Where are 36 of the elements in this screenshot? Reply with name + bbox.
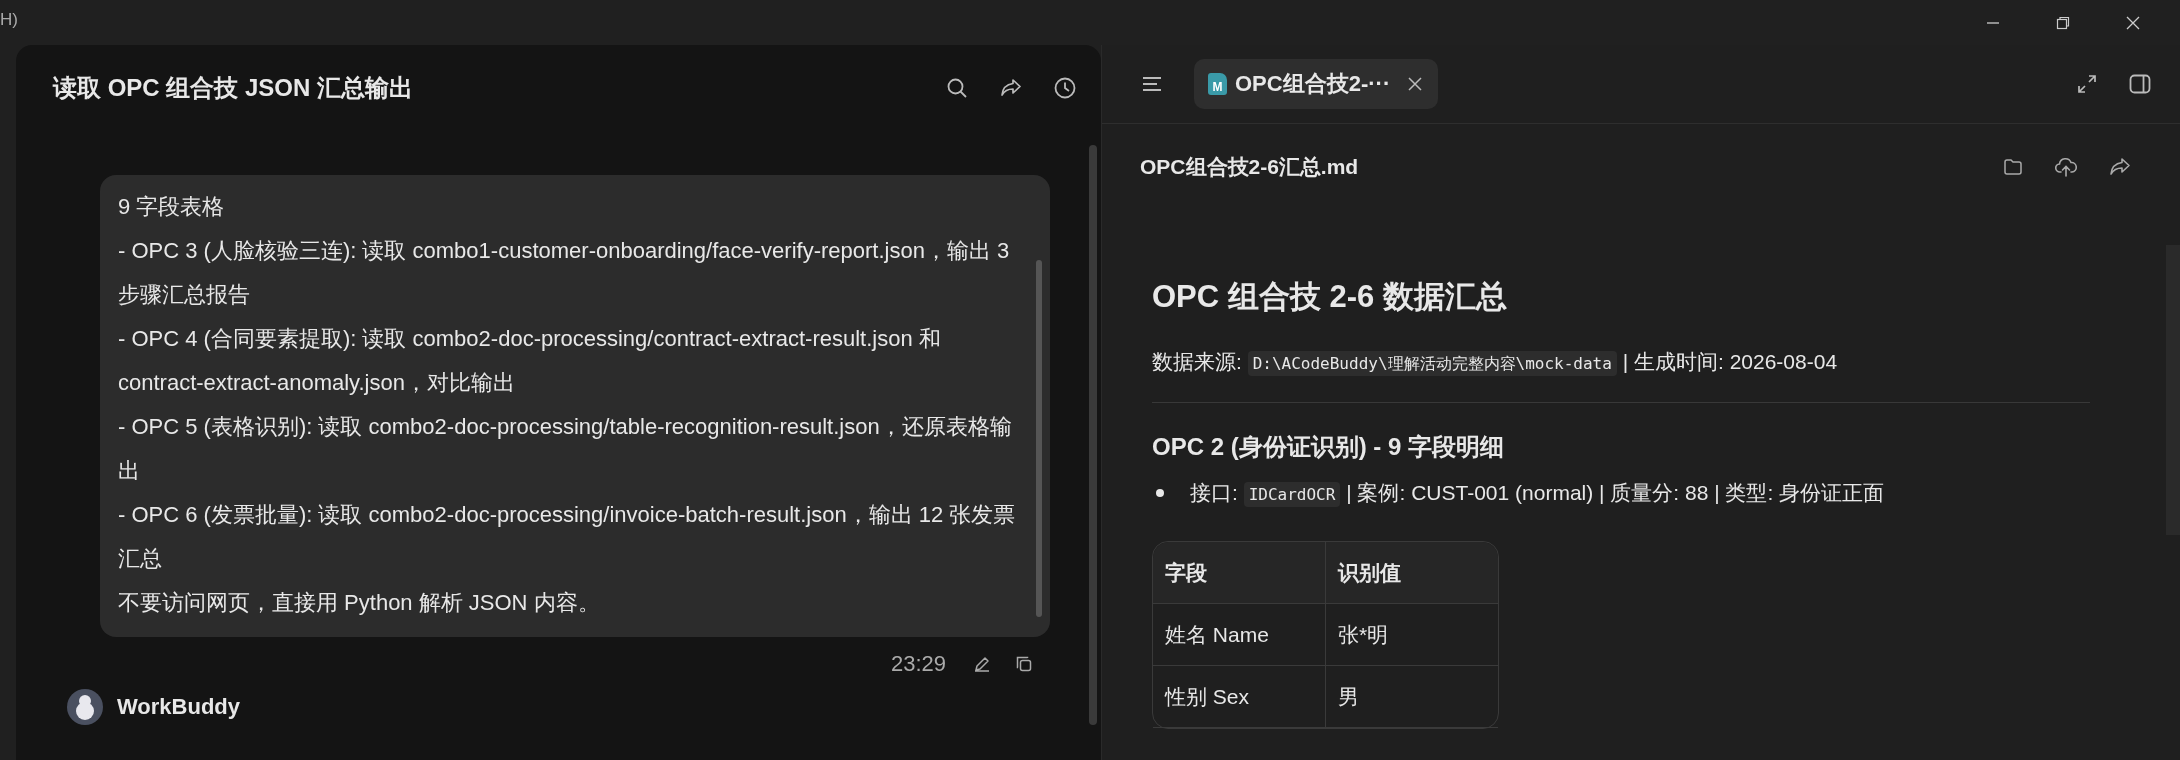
file-tab[interactable]: M OPC组合技2-··· bbox=[1194, 59, 1439, 109]
folder-icon[interactable] bbox=[2002, 156, 2024, 178]
table-cell: 张*明 bbox=[1326, 604, 1498, 666]
source-line: 数据来源: D:\ACodeBuddy\理解活动完整内容\mock-data | 生成时间: 2026-08-04 bbox=[1152, 348, 2090, 376]
file-name: OPC组合技2-6汇总.md bbox=[1140, 154, 1359, 180]
close-icon[interactable] bbox=[1408, 77, 1423, 91]
bullet-text: 接口: IDCardOCR | 案例: CUST-001 (normal) | 质量分: 88 | 类型: 身份证正面 bbox=[1190, 479, 1885, 507]
assistant-name: WorkBuddy bbox=[117, 694, 241, 720]
bullet-icon bbox=[1156, 489, 1164, 497]
chat-title: 读取 OPC 组合技 JSON 汇总输出 bbox=[53, 72, 414, 103]
scrollbar[interactable] bbox=[1089, 145, 1097, 725]
message-text: 9 字段表格 bbox=[118, 193, 226, 221]
close-icon[interactable] bbox=[2126, 16, 2140, 30]
message-text: 不要访问网页，直接用 Python 解析 JSON 内容。 bbox=[118, 589, 601, 617]
section-heading: OPC 2 (身份证识别) - 9 字段明细 bbox=[1152, 432, 1506, 462]
markdown-file-icon: M bbox=[1208, 73, 1227, 95]
message-text: - OPC 5 (表格识别): 读取 combo2-doc-processing/table-recognition-result.json，还原表格输出 bbox=[118, 413, 1013, 485]
table-cell: 姓名 Name bbox=[1153, 604, 1326, 666]
pencil-icon[interactable] bbox=[972, 654, 992, 674]
expand-icon[interactable] bbox=[2076, 73, 2098, 95]
column-header: 字段 bbox=[1153, 542, 1326, 604]
message-text: - OPC 3 (人脸核验三连): 读取 combo1-customer-onboarding/face-verify-report.json，输出 3 步骤汇总报告 bbox=[118, 237, 1011, 309]
avatar-icon bbox=[67, 689, 103, 725]
document-heading: OPC 组合技 2-6 数据汇总 bbox=[1152, 278, 1508, 316]
table-cell: 性别 Sex bbox=[1153, 666, 1326, 728]
copy-icon[interactable] bbox=[1014, 654, 1034, 674]
upload-cloud-icon[interactable] bbox=[2054, 155, 2078, 179]
column-header: 识别值 bbox=[1326, 542, 1498, 604]
sidebar-toggle-icon[interactable] bbox=[2128, 72, 2152, 96]
menu-label[interactable]: H) bbox=[0, 0, 18, 30]
message-text: - OPC 6 (发票批量): 读取 combo2-doc-processing/invoice-batch-result.json，输出 12 张发票汇总 bbox=[118, 501, 1016, 573]
restore-icon[interactable] bbox=[2056, 16, 2070, 30]
table-cell: 男 bbox=[1326, 666, 1498, 728]
message-text: - OPC 4 (合同要素提取): 读取 combo2-doc-processing/contract-extract-result.json 和 contract-extract-anomaly.json，对比输出 bbox=[118, 325, 942, 397]
history-icon[interactable] bbox=[1053, 75, 1077, 100]
message-time: 23:29 bbox=[890, 651, 946, 677]
